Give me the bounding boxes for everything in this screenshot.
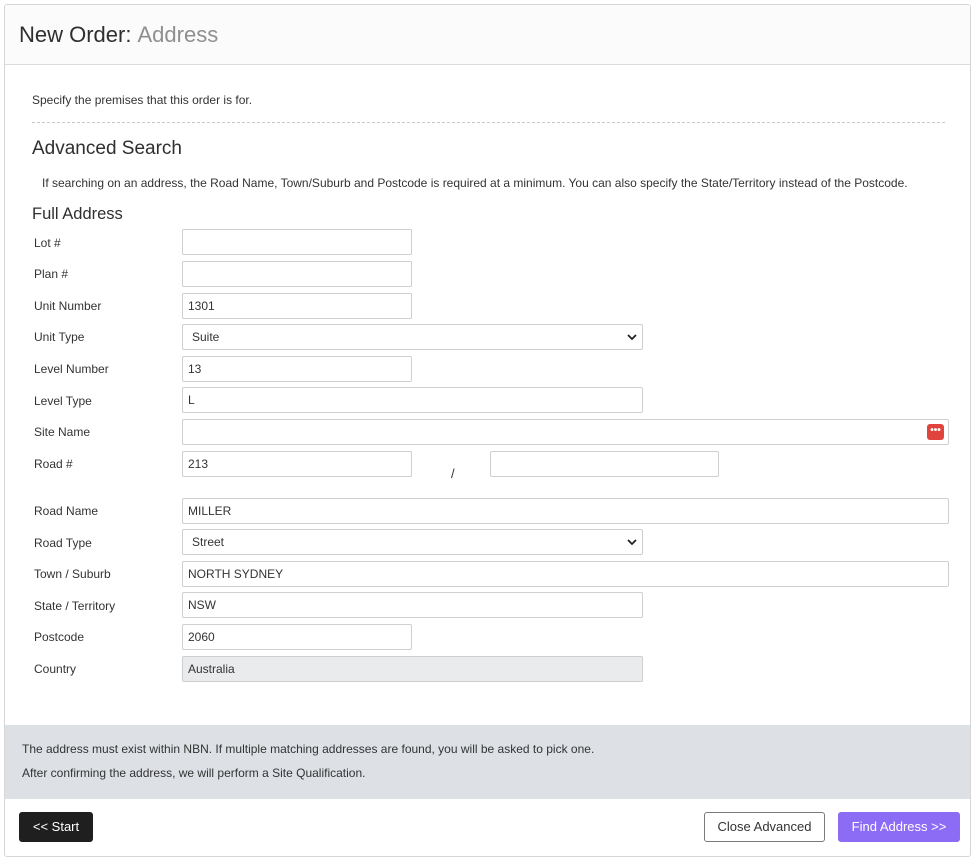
road-number-label: Road # bbox=[34, 457, 73, 471]
advanced-search-description: If searching on an address, the Road Nam… bbox=[42, 176, 908, 190]
order-card: New Order: Address Specify the premises … bbox=[4, 4, 971, 857]
lot-label: Lot # bbox=[34, 236, 61, 250]
advanced-search-title: Advanced Search bbox=[32, 138, 182, 159]
chevron-down-icon bbox=[627, 539, 637, 546]
full-address-title: Full Address bbox=[32, 205, 123, 223]
state-territory-label: State / Territory bbox=[34, 599, 116, 613]
page-subtitle: Address bbox=[137, 21, 219, 47]
country-label: Country bbox=[34, 662, 77, 676]
ellipsis-icon[interactable]: ••• bbox=[927, 424, 944, 440]
site-name-input[interactable]: ••• bbox=[182, 419, 949, 445]
note-line-1: The address must exist within NBN. If mu… bbox=[22, 742, 595, 756]
road-name-label: Road Name bbox=[34, 504, 99, 518]
postcode-label: Postcode bbox=[34, 630, 85, 644]
unit-type-label: Unit Type bbox=[34, 330, 85, 344]
unit-type-select[interactable]: Suite bbox=[182, 324, 643, 350]
find-address-button[interactable]: Find Address >> bbox=[838, 812, 960, 842]
road-type-label: Road Type bbox=[34, 536, 92, 550]
close-advanced-button[interactable]: Close Advanced bbox=[704, 812, 825, 842]
state-territory-input[interactable]: NSW bbox=[182, 592, 643, 618]
road-number-input[interactable]: 213 bbox=[182, 451, 412, 477]
page-title: New Order: bbox=[19, 21, 132, 47]
road-type-value: Street bbox=[192, 535, 225, 549]
road-number-separator: / bbox=[451, 466, 455, 481]
section-divider bbox=[32, 122, 945, 123]
plan-input[interactable] bbox=[182, 261, 412, 287]
level-type-label: Level Type bbox=[34, 394, 92, 408]
unit-number-label: Unit Number bbox=[34, 299, 102, 313]
note-line-2: After confirming the address, we will pe… bbox=[22, 766, 366, 780]
road-number-to-input[interactable] bbox=[490, 451, 719, 477]
plan-label: Plan # bbox=[34, 267, 69, 281]
unit-number-input[interactable]: 1301 bbox=[182, 293, 412, 319]
level-number-input[interactable]: 13 bbox=[182, 356, 412, 382]
town-suburb-label: Town / Suburb bbox=[34, 567, 111, 581]
card-header: New Order: Address bbox=[5, 5, 970, 65]
level-type-input[interactable]: L bbox=[182, 387, 643, 413]
road-name-input[interactable]: MILLER bbox=[182, 498, 949, 524]
address-note-panel: The address must exist within NBN. If mu… bbox=[5, 725, 970, 799]
level-number-label: Level Number bbox=[34, 362, 109, 376]
lot-input[interactable] bbox=[182, 229, 412, 255]
road-type-select[interactable]: Street bbox=[182, 529, 643, 555]
site-name-label: Site Name bbox=[34, 425, 91, 439]
chevron-down-icon bbox=[627, 334, 637, 341]
country-input: Australia bbox=[182, 656, 643, 682]
unit-type-value: Suite bbox=[192, 330, 220, 344]
town-suburb-input[interactable]: NORTH SYDNEY bbox=[182, 561, 949, 587]
start-button[interactable]: << Start bbox=[19, 812, 93, 842]
intro-text: Specify the premises that this order is … bbox=[32, 93, 253, 107]
postcode-input[interactable]: 2060 bbox=[182, 624, 412, 650]
